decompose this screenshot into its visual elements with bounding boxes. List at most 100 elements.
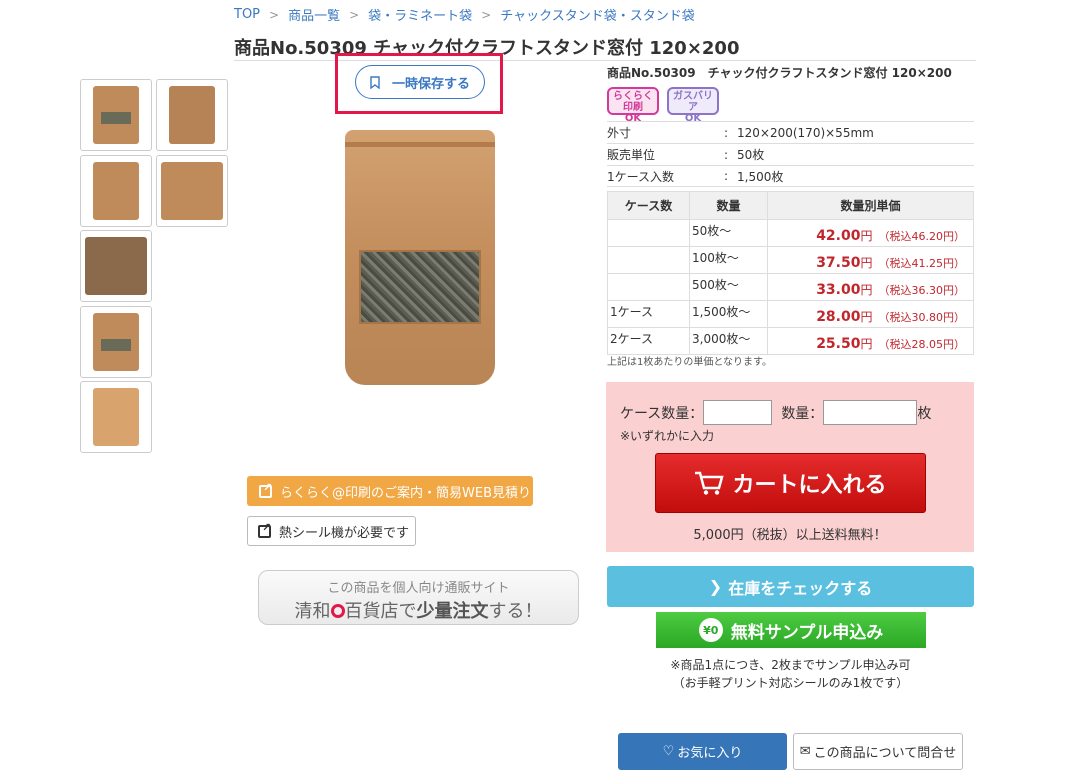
banner-line1: この商品を個人向け通販サイト — [327, 581, 510, 596]
save-highlight-frame: 一時保存する — [335, 53, 503, 114]
quantity-label: 数量： — [781, 405, 824, 422]
header-unit-price: 数量別単価 — [767, 191, 974, 220]
spec-row: 1ケース入数:1,500枚 — [607, 165, 974, 187]
case-quantity-input[interactable] — [703, 400, 773, 425]
spec-row: 販売単位:50枚 — [607, 143, 974, 165]
spec-value: 120×200(170)×55mm — [737, 125, 874, 140]
cell-cases: 2ケース — [607, 327, 690, 355]
cell-unit: 円 — [860, 228, 873, 243]
spec-key: 販売単位 — [607, 148, 656, 162]
cell-cases: 1ケース — [607, 300, 690, 328]
thumbnail-image[interactable] — [80, 230, 152, 302]
cell-tax: （税込41.25円） — [878, 256, 966, 270]
check-stock-label: 在庫をチェックする — [728, 578, 873, 598]
breadcrumb: TOP > 商品一覧 > 袋・ラミネート袋 > チャックスタンド袋・スタンド袋 — [234, 5, 695, 24]
cart-icon — [695, 471, 725, 495]
free-sample-button[interactable]: ¥0 無料サンプル申込み — [656, 612, 926, 648]
thumbnail-image[interactable] — [80, 155, 152, 227]
quantity-input[interactable] — [823, 400, 918, 425]
banner-tail: する！ — [488, 601, 543, 622]
free-shipping-note: 5,000円（税抜）以上送料無料！ — [693, 528, 887, 543]
cell-price: 33.00 — [816, 281, 861, 298]
cell-unit: 円 — [860, 336, 873, 351]
favorite-button[interactable]: ♡ お気に入り — [618, 733, 787, 770]
heart-icon: ♡ — [662, 744, 675, 759]
price-row: 2ケース 3,000枚～ 25.50円 （税込28.05円） — [607, 327, 974, 355]
banner-emphasis: 少量注文 — [416, 601, 489, 622]
retail-site-banner[interactable]: この商品を個人向け通販サイト 清和 百貨店で少量注文する！ — [258, 570, 579, 625]
cell-tax: （税込46.20円） — [878, 229, 966, 243]
breadcrumb-bags[interactable]: 袋・ラミネート袋 — [368, 5, 472, 24]
cell-qty: 1,500枚～ — [689, 300, 768, 328]
spec-key: 外寸 — [607, 126, 632, 140]
breadcrumb-top[interactable]: TOP — [234, 7, 260, 22]
header-quantity: 数量 — [689, 191, 768, 220]
thumbnail-image[interactable] — [156, 79, 228, 151]
cell-price: 28.00 — [816, 308, 861, 325]
save-temporarily-button[interactable]: 一時保存する — [355, 65, 485, 99]
chevron-right-icon: > — [269, 7, 280, 22]
add-to-cart-label: カートに入れる — [732, 473, 887, 498]
price-table: ケース数 数量 数量別単価 50枚～ 42.00円 （税込46.20円） 100枚… — [607, 191, 974, 355]
cell-price: 37.50 — [816, 254, 861, 271]
cell-price: 42.00 — [816, 227, 861, 244]
thumbnail-image[interactable] — [156, 155, 228, 227]
external-link-icon — [258, 521, 271, 538]
cell-qty: 100枚～ — [689, 246, 768, 274]
breadcrumb-stand-bags[interactable]: チャックスタンド袋・スタンド袋 — [500, 5, 694, 24]
header-cases: ケース数 — [607, 191, 690, 220]
inquiry-label: この商品について問合せ — [813, 746, 957, 761]
banner-line2: 清和 百貨店で少量注文する！ — [259, 597, 578, 623]
chevron-right-icon: ❯ — [708, 577, 723, 596]
external-link-icon — [259, 481, 272, 498]
heat-seal-label: 熱シール機が必要です — [279, 525, 410, 541]
case-quantity-label: ケース数量： — [620, 405, 704, 422]
sample-note: ※商品1点につき、2枚までサンプル申込み可 （お手軽プリント対応シールのみ1枚で… — [607, 656, 974, 692]
sample-note-line: ※商品1点につき、2枚までサンプル申込み可 — [670, 658, 911, 672]
badge-text: らくらく印刷 — [613, 91, 653, 113]
feature-badges: らくらく印刷 OK ガスバリア OK — [607, 87, 719, 124]
thumbnail-image[interactable] — [80, 79, 152, 151]
favorite-label: お気に入り — [677, 746, 743, 761]
inquiry-button[interactable]: ✉ この商品について問合せ — [793, 733, 963, 770]
chevron-right-icon: > — [481, 7, 492, 22]
check-stock-button[interactable]: ❯ 在庫をチェックする — [607, 566, 974, 607]
cell-cases — [607, 219, 690, 247]
thumbnail-image[interactable] — [80, 306, 152, 378]
add-to-cart-button[interactable]: カートに入れる — [655, 453, 926, 513]
heat-seal-link[interactable]: 熱シール機が必要です — [247, 516, 416, 546]
breadcrumb-products[interactable]: 商品一覧 — [288, 5, 340, 24]
product-title: 商品No.50309 チャック付クラフトスタンド窓付 120×200 — [607, 66, 952, 80]
cell-unit: 円 — [860, 309, 873, 324]
banner-brand-a: 清和 — [294, 601, 331, 622]
spec-value: 50枚 — [737, 148, 765, 162]
quantity-line: ケース数量： 数量： 枚 — [620, 400, 931, 425]
cell-qty: 3,000枚～ — [689, 327, 768, 355]
cell-price: 25.50 — [816, 335, 861, 352]
price-note: 上記は1枚あたりの単価となります。 — [607, 357, 773, 368]
price-row: 500枚～ 33.00円 （税込36.30円） — [607, 273, 974, 301]
kraft-bag-image — [345, 130, 495, 385]
thumbnail-image[interactable] — [80, 381, 152, 453]
cell-tax: （税込28.05円） — [878, 337, 966, 351]
price-row: 100枚～ 37.50円 （税込41.25円） — [607, 246, 974, 274]
cell-unit: 円 — [860, 282, 873, 297]
gas-barrier-badge: ガスバリア OK — [667, 87, 719, 124]
cell-tax: （税込30.80円） — [878, 310, 966, 324]
rakuraku-print-badge: らくらく印刷 OK — [607, 87, 659, 124]
bookmark-icon — [370, 75, 380, 89]
rakuraku-print-link[interactable]: らくらく@印刷のご案内・簡易WEB見積り — [247, 476, 533, 506]
cell-tax: （税込36.30円） — [878, 283, 966, 297]
price-table-header: ケース数 数量 数量別単価 — [607, 191, 974, 220]
cell-cases — [607, 273, 690, 301]
quantity-note: ※いずれかに入力 — [620, 429, 715, 443]
price-row: 50枚～ 42.00円 （税込46.20円） — [607, 219, 974, 247]
cell-cases — [607, 246, 690, 274]
free-sample-label: 無料サンプル申込み — [730, 622, 884, 643]
main-product-image[interactable] — [345, 130, 495, 390]
cell-qty: 500枚～ — [689, 273, 768, 301]
cart-panel: ケース数量： 数量： 枚 ※いずれかに入力 カートに入れる 5,000円（税抜）… — [606, 382, 974, 552]
sample-note-line: （お手軽プリント対応シールのみ1枚です） — [672, 676, 909, 690]
brand-circle-icon — [330, 604, 345, 618]
quantity-unit: 枚 — [917, 405, 932, 422]
